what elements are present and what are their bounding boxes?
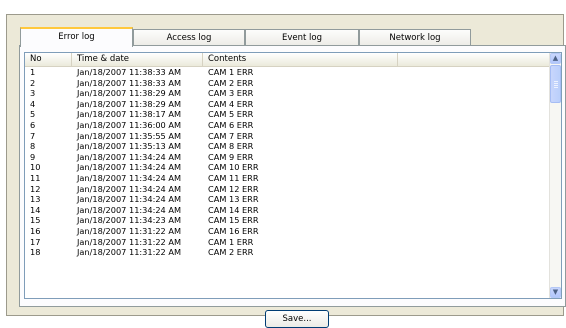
cell-no: 17 [30,236,41,247]
table-row[interactable]: 9 Jan/18/2007 11:34:24 AM CAM 9 ERR [25,152,551,163]
cell-time-date: Jan/18/2007 11:38:17 AM [77,109,182,120]
cell-contents: CAM 12 ERR [208,183,259,194]
cell-time-date: Jan/18/2007 11:34:24 AM [77,194,182,205]
cell-time-date: Jan/18/2007 11:34:24 AM [77,162,182,173]
thumb-grip [554,85,558,86]
cell-contents: CAM 2 ERR [208,247,254,258]
cell-no: 1 [30,67,36,77]
cell-no: 9 [30,151,36,162]
table-row[interactable]: 2 Jan/18/2007 11:38:33 AM CAM 2 ERR [25,78,551,89]
cell-time-date: Jan/18/2007 11:34:24 AM [77,172,182,183]
vertical-scrollbar[interactable]: ▲ ▼ [549,53,561,298]
cell-time-date: Jan/18/2007 11:31:22 AM [77,247,182,258]
tab-access-log[interactable]: Access log [133,29,245,46]
table-row[interactable]: 14 Jan/18/2007 11:34:24 AM CAM 14 ERR [25,205,551,216]
cell-time-date: Jan/18/2007 11:31:22 AM [77,225,182,236]
cell-no: 16 [30,225,41,236]
cell-contents: CAM 10 ERR [208,162,259,173]
cell-contents: CAM 4 ERR [208,98,254,109]
cell-contents: CAM 9 ERR [208,151,254,162]
table-row[interactable]: 4 Jan/18/2007 11:38:29 AM CAM 4 ERR [25,99,551,110]
cell-contents: CAM 6 ERR [208,119,254,130]
cell-contents: CAM 1 ERR [208,67,254,77]
table-row[interactable]: 15 Jan/18/2007 11:34:23 AM CAM 15 ERR [25,215,551,226]
table-body: 1 Jan/18/2007 11:38:33 AM CAM 1 ERR 2 Jan/18… [25,67,551,258]
thumb-grip [554,81,558,82]
table-row[interactable]: 6 Jan/18/2007 11:36:00 AM CAM 6 ERR [25,120,551,131]
cell-contents: CAM 7 ERR [208,130,254,141]
cell-time-date: Jan/18/2007 11:35:55 AM [77,130,182,141]
table-row[interactable]: 10 Jan/18/2007 11:34:24 AM CAM 10 ERR [25,162,551,173]
column-header-time-date[interactable]: Time & date [72,53,203,66]
scroll-up-button[interactable]: ▲ [550,53,561,64]
cell-contents: CAM 11 ERR [208,172,259,183]
table-row[interactable]: 16 Jan/18/2007 11:31:22 AM CAM 16 ERR [25,226,551,237]
tab-panel: No Time & date Contents 1 Jan/18/2007 11:… [19,45,566,307]
log-table[interactable]: No Time & date Contents 1 Jan/18/2007 11:… [24,52,562,299]
tab-network-log[interactable]: Network log [359,29,471,46]
cell-contents: CAM 8 ERR [208,141,254,152]
cell-time-date: Jan/18/2007 11:38:33 AM [77,77,182,88]
cell-time-date: Jan/18/2007 11:34:24 AM [77,204,182,215]
cell-time-date: Jan/18/2007 11:38:33 AM [77,67,182,77]
table-row[interactable]: 8 Jan/18/2007 11:35:13 AM CAM 8 ERR [25,141,551,152]
cell-no: 15 [30,215,41,226]
cell-no: 14 [30,204,41,215]
cell-contents: CAM 16 ERR [208,225,259,236]
cell-time-date: Jan/18/2007 11:34:24 AM [77,151,182,162]
table-row[interactable]: 7 Jan/18/2007 11:35:55 AM CAM 7 ERR [25,131,551,142]
cell-contents: CAM 2 ERR [208,77,254,88]
scroll-down-button[interactable]: ▼ [550,287,561,298]
cell-time-date: Jan/18/2007 11:31:22 AM [77,236,182,247]
cell-contents: CAM 1 ERR [208,236,254,247]
cell-time-date: Jan/18/2007 11:34:23 AM [77,215,182,226]
column-header-contents[interactable]: Contents [203,53,398,66]
table-row[interactable]: 17 Jan/18/2007 11:31:22 AM CAM 1 ERR [25,237,551,248]
cell-time-date: Jan/18/2007 11:35:13 AM [77,141,182,152]
table-row[interactable]: 11 Jan/18/2007 11:34:24 AM CAM 11 ERR [25,173,551,184]
tab-event-log[interactable]: Event log [245,29,359,46]
cell-no: 18 [30,247,41,258]
arrow-up-icon: ▲ [552,54,559,62]
table-header: No Time & date Contents [25,53,551,67]
cell-no: 13 [30,194,41,205]
table-row[interactable]: 13 Jan/18/2007 11:34:24 AM CAM 13 ERR [25,194,551,205]
cell-no: 8 [30,141,36,152]
cell-contents: CAM 3 ERR [208,88,254,99]
cell-time-date: Jan/18/2007 11:38:29 AM [77,98,182,109]
cell-no: 10 [30,162,41,173]
cell-no: 2 [30,77,36,88]
thumb-grip [554,87,558,88]
cell-contents: CAM 5 ERR [208,109,254,120]
scroll-thumb[interactable] [550,65,561,103]
cell-no: 3 [30,88,36,99]
table-row[interactable]: 1 Jan/18/2007 11:38:33 AM CAM 1 ERR [25,67,551,78]
cell-no: 12 [30,183,41,194]
save-button[interactable]: Save... [265,310,329,328]
column-header-empty [398,53,551,66]
tab-error-log[interactable]: Error log [20,27,133,47]
cell-no: 4 [30,98,36,109]
cell-time-date: Jan/18/2007 11:34:24 AM [77,183,182,194]
cell-contents: CAM 15 ERR [208,215,259,226]
table-row[interactable]: 12 Jan/18/2007 11:34:24 AM CAM 12 ERR [25,184,551,195]
arrow-down-icon: ▼ [552,288,559,296]
cell-contents: CAM 13 ERR [208,194,259,205]
cell-time-date: Jan/18/2007 11:38:29 AM [77,88,182,99]
table-row[interactable]: 3 Jan/18/2007 11:38:29 AM CAM 3 ERR [25,88,551,99]
cell-no: 5 [30,109,36,120]
table-row[interactable]: 5 Jan/18/2007 11:38:17 AM CAM 5 ERR [25,109,551,120]
log-window: Error log Access log Event log Network l… [6,14,566,328]
cell-no: 7 [30,130,36,141]
cell-no: 11 [30,172,41,183]
cell-contents: CAM 14 ERR [208,204,259,215]
cell-no: 6 [30,119,36,130]
table-row[interactable]: 18 Jan/18/2007 11:31:22 AM CAM 2 ERR [25,247,551,258]
cell-time-date: Jan/18/2007 11:36:00 AM [77,119,182,130]
thumb-grip [554,83,558,84]
column-header-no[interactable]: No [25,53,72,66]
